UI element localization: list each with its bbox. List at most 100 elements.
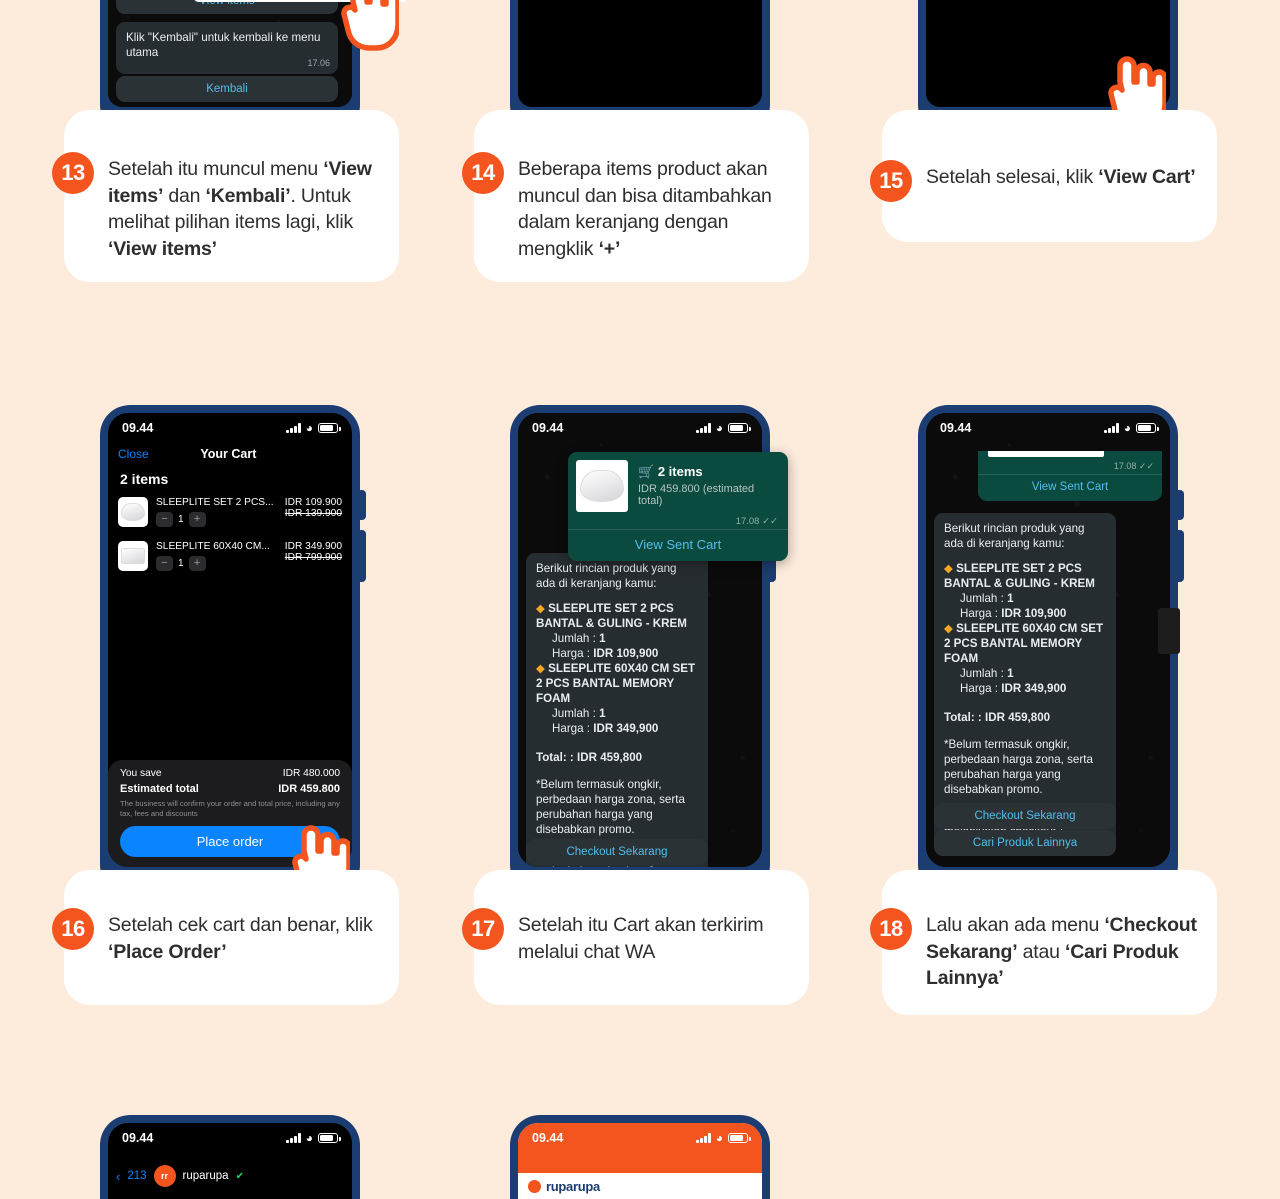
- detail-product-2: ◆ SLEEPLITE 60X40 CM SET 2 PCS BANTAL ME…: [944, 621, 1106, 666]
- sent-cart-card-18[interactable]: 17.08 ✓✓ View Sent Cart: [978, 451, 1162, 501]
- cart-item-thumbnail: [118, 497, 148, 527]
- price-label: Harga :: [960, 682, 999, 695]
- phone-screen-16: 09.44 ◕ Close Your Cart 2 items SLEEPLIT…: [108, 413, 352, 867]
- phone-mockup-step-20: 09.44 ◕ ruparupa: [510, 1115, 770, 1199]
- quantity-stepper[interactable]: − 1 +: [156, 556, 270, 571]
- detail-product-name: SLEEPLITE 60X40 CM SET 2 PCS BANTAL MEMO…: [536, 662, 696, 705]
- caption-group-13: 13 Setelah itu muncul menu ‘View items’ …: [52, 152, 392, 262]
- quantity-value: 1: [178, 558, 184, 569]
- view-sent-cart-button-18[interactable]: View Sent Cart: [978, 474, 1162, 501]
- total-label: Total: :: [944, 711, 982, 724]
- back-chevron-icon[interactable]: ‹: [116, 1169, 120, 1184]
- diamond-bullet-icon: ◆: [536, 662, 545, 675]
- status-time: 09.44: [940, 421, 972, 435]
- status-bar: 09.44 ◕: [926, 413, 1170, 443]
- chat-bubble-kembali-info: Klik "Kembali" untuk kembali ke menu uta…: [116, 22, 338, 74]
- cart-item-price-old: IDR 799.900: [284, 552, 342, 563]
- phone-mockup-step-18: 09.44 ◕ 17.08 ✓✓ View Sent Cart Berikut …: [918, 405, 1178, 895]
- detail-price-row-1: Harga : IDR 109,900: [536, 646, 698, 661]
- avatar[interactable]: rr: [153, 1165, 176, 1187]
- diamond-bullet-icon: ◆: [944, 562, 953, 575]
- kembali-message-text: Klik "Kembali" untuk kembali ke menu uta…: [126, 31, 321, 59]
- step-badge-13: 13: [52, 152, 94, 194]
- battery-icon: [728, 423, 751, 433]
- you-save-label: You save: [120, 768, 162, 779]
- step-badge-14: 14: [462, 152, 504, 194]
- quantity-stepper[interactable]: − 1 +: [156, 512, 274, 527]
- signal-icon: [1104, 423, 1119, 433]
- detail-note: *Belum termasuk ongkir, perbedaan harga …: [536, 778, 685, 836]
- phone-side-button[interactable]: [358, 490, 366, 520]
- detail-product-2: ◆ SLEEPLITE 60X40 CM SET 2 PCS BANTAL ME…: [536, 661, 698, 706]
- sent-cart-time: 17.08: [1113, 461, 1137, 471]
- decrease-quantity-button[interactable]: −: [156, 512, 173, 527]
- kembali-button[interactable]: Kembali: [116, 76, 338, 102]
- sent-cart-thumbnail: [576, 460, 628, 512]
- phone-volume-button[interactable]: [358, 530, 366, 582]
- qty-label: Jumlah :: [552, 707, 596, 720]
- wifi-icon: ◕: [305, 1131, 313, 1145]
- detail-total-row: Total: : IDR 459,800: [536, 750, 698, 765]
- detail-qty-row-1: Jumlah : 1: [536, 631, 698, 646]
- chat-thread-13: yang cocok bu View items Klik "Kembali" …: [116, 0, 338, 102]
- price-label: Harga :: [960, 607, 999, 620]
- sent-cart-total-label: IDR 459.800 (estimated total): [638, 483, 755, 507]
- sent-cart-items-row: 🛒 2 items: [638, 464, 778, 480]
- qty-label: Jumlah :: [960, 592, 1004, 605]
- caption-group-16: 16 Setelah cek cart dan benar, klik ‘Pla…: [52, 908, 392, 965]
- sent-cart-time: 17.08: [735, 516, 760, 527]
- detail-product-name: SLEEPLITE SET 2 PCS BANTAL & GULING - KR…: [536, 602, 687, 630]
- verified-badge-icon: ✔: [235, 1170, 244, 1182]
- detail-price-row-2: Harga : IDR 349,900: [536, 721, 698, 736]
- status-bar: 09.44 ◕: [108, 1123, 352, 1153]
- unread-count[interactable]: 213: [127, 1170, 146, 1182]
- price-value: IDR 349,900: [593, 722, 659, 735]
- view-sent-cart-button-17[interactable]: View Sent Cart: [568, 529, 788, 561]
- phone-side-button[interactable]: [1176, 490, 1184, 520]
- sent-cart-card-17[interactable]: 🛒 2 items IDR 459.800 (estimated total) …: [568, 452, 788, 561]
- close-button[interactable]: Close: [118, 447, 149, 461]
- checkout-sekarang-button-17[interactable]: Checkout Sekarang: [526, 839, 708, 865]
- cart-item-price: IDR 109.900: [284, 497, 342, 508]
- brand-logo: ruparupa: [528, 1179, 600, 1194]
- view-items-button[interactable]: View items: [116, 0, 338, 14]
- caption-text-13: Setelah itu muncul menu ‘View items’ dan…: [108, 158, 372, 260]
- detail-product-name: SLEEPLITE SET 2 PCS BANTAL & GULING - KR…: [944, 562, 1095, 590]
- cart-title: Your Cart: [200, 447, 257, 461]
- checkout-label: Checkout Sekarang: [566, 846, 668, 858]
- detail-intro: Berikut rincian produk yang ada di keran…: [536, 562, 677, 590]
- total-value: IDR 459,800: [985, 711, 1051, 724]
- cart-item-count: 2 items: [120, 471, 169, 487]
- detail-total-row: Total: : IDR 459,800: [944, 710, 1106, 725]
- caption-text-14: Beberapa items product akan muncul dan b…: [518, 158, 772, 260]
- checkout-sekarang-button-18[interactable]: Checkout Sekarang: [934, 803, 1116, 829]
- chat-bubble-order-detail-18: Berikut rincian produk yang ada di keran…: [934, 513, 1116, 853]
- caption-text-15: Setelah selesai, klik ‘View Cart’: [926, 166, 1196, 188]
- status-icons: ◕: [696, 421, 751, 435]
- contact-name: ruparupa: [182, 1170, 229, 1182]
- detail-qty-row-1: Jumlah : 1: [944, 591, 1106, 606]
- cart-item-details: SLEEPLITE 60X40 CM... − 1 +: [156, 541, 270, 571]
- increase-quantity-button[interactable]: +: [188, 512, 206, 527]
- cari-produk-lainnya-button[interactable]: Cari Produk Lainnya: [934, 830, 1116, 856]
- qty-value: 1: [1007, 667, 1014, 680]
- signal-icon: [286, 423, 301, 433]
- checkout-label: Checkout Sekarang: [974, 810, 1076, 822]
- increase-quantity-button[interactable]: +: [188, 556, 206, 571]
- status-time: 09.44: [532, 421, 564, 435]
- sent-cart-meta: 17.08 ✓✓: [568, 512, 788, 529]
- price-value: IDR 109,900: [1001, 607, 1067, 620]
- caption-group-18: 18 Lalu akan ada menu ‘Checkout Sekarang…: [870, 908, 1220, 992]
- phone-screen-20: 09.44 ◕ ruparupa: [518, 1123, 762, 1199]
- phone-volume-button[interactable]: [1176, 530, 1184, 582]
- step-badge-18: 18: [870, 908, 912, 950]
- diamond-bullet-icon: ◆: [944, 622, 953, 635]
- decrease-quantity-button[interactable]: −: [156, 556, 173, 571]
- phone-screen-19: 09.44 ◕ ‹ 213 rr ruparupa ✔: [108, 1123, 352, 1199]
- read-receipt-icon: ✓✓: [1138, 461, 1154, 471]
- wifi-icon: ◕: [715, 421, 723, 435]
- caption-group-17: 17 Setelah itu Cart akan terkirim melalu…: [462, 908, 802, 965]
- detail-qty-row-2: Jumlah : 1: [536, 706, 698, 721]
- status-icons: ◕: [1104, 422, 1159, 434]
- diamond-bullet-icon: ◆: [536, 602, 545, 615]
